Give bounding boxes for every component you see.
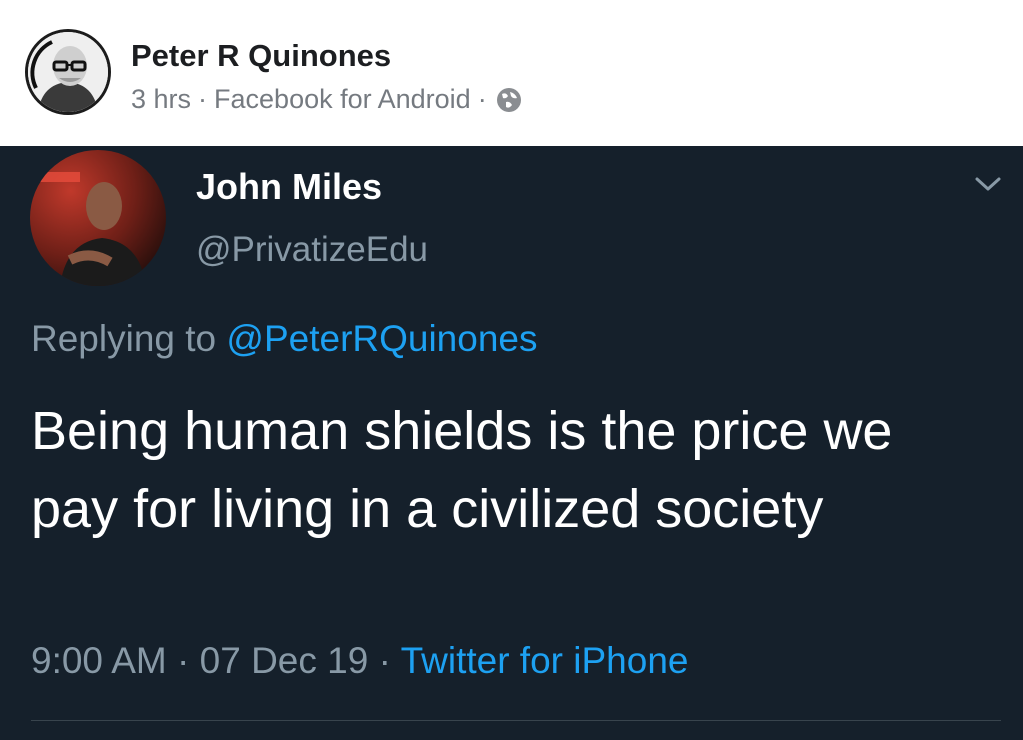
embedded-tweet: John Miles @PrivatizeEdu Replying to @Pe… (0, 146, 1023, 740)
author-avatar[interactable] (25, 29, 111, 115)
author-avatar-image (28, 32, 108, 112)
tweet-display-name[interactable]: John Miles (196, 166, 382, 208)
tweet-meta: 9:00 AM · 07 Dec 19 · Twitter for iPhone (31, 640, 688, 682)
post-meta: 3 hrs · Facebook for Android · (131, 84, 522, 115)
tweet-client[interactable]: Twitter for iPhone (401, 640, 689, 681)
replying-to-line: Replying to @PeterRQuinones (31, 318, 538, 360)
meta-separator: · (378, 640, 391, 681)
tweet-text: Being human shields is the price we pay … (31, 401, 893, 539)
globe-icon[interactable] (496, 87, 522, 113)
divider (31, 720, 1001, 721)
post-source: Facebook for Android (214, 84, 471, 114)
replying-to-mention[interactable]: @PeterRQuinones (226, 318, 537, 359)
tweet-author-avatar[interactable] (30, 150, 166, 286)
facebook-post-header: Peter R Quinones 3 hrs · Facebook for An… (0, 0, 1023, 146)
tweet-time[interactable]: 9:00 AM (31, 640, 167, 681)
meta-separator: · (477, 84, 487, 114)
chevron-down-icon[interactable] (970, 172, 1006, 196)
meta-separator: · (198, 84, 208, 114)
meta-separator: · (177, 640, 190, 681)
author-name[interactable]: Peter R Quinones (131, 38, 391, 74)
tweet-handle[interactable]: @PrivatizeEdu (196, 230, 428, 270)
tweet-date[interactable]: 07 Dec 19 (200, 640, 369, 681)
replying-label: Replying to (31, 318, 217, 359)
tweet-avatar-image (30, 150, 166, 286)
post-time[interactable]: 3 hrs (131, 84, 191, 115)
